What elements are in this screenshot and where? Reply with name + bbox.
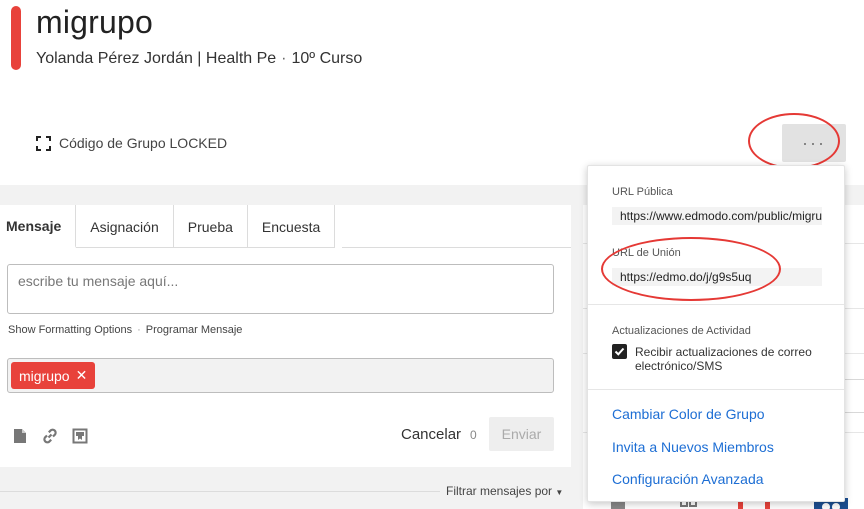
group-code-label: Código de Grupo LOCKED: [59, 135, 228, 151]
advanced-settings-link[interactable]: Configuración Avanzada: [612, 471, 764, 487]
group-grade: 10º Curso: [291, 50, 363, 67]
message-input[interactable]: escribe tu mensaje aquí...: [7, 264, 554, 314]
annotation-circle-join-url: [601, 237, 781, 301]
invite-members-link[interactable]: Invita a Nuevos Miembros: [612, 439, 774, 455]
group-subtitle: Yolanda Pérez Jordán | Health Pe · 10º Cur…: [36, 50, 363, 67]
filter-row: Filtrar mensajes por ▼: [0, 467, 571, 509]
link-icon[interactable]: [41, 427, 59, 445]
public-url-label: URL Pública: [612, 186, 673, 198]
email-sms-checkbox-label[interactable]: Recibir actualizaciones de correo electr…: [635, 345, 830, 373]
recipients-input[interactable]: migrupo ✕: [7, 358, 554, 393]
composer-options: Show Formatting Options · Programar Mensaj…: [8, 324, 243, 336]
schedule-message-link[interactable]: Programar Mensaje: [146, 324, 243, 336]
recipient-chip[interactable]: migrupo ✕: [11, 362, 96, 389]
composer-tabs: Mensaje Asignación Prueba Encuesta: [0, 205, 336, 248]
show-formatting-link[interactable]: Show Formatting Options: [8, 324, 132, 336]
recipient-chip-label: migrupo: [19, 367, 70, 384]
tab-poll[interactable]: Encuesta: [248, 205, 336, 248]
attachment-tools: [11, 427, 89, 445]
change-group-color-link[interactable]: Cambiar Color de Grupo: [612, 406, 765, 422]
group-header: migrupo Yolanda Pérez Jordán | Health Pe…: [0, 0, 864, 185]
public-url-field[interactable]: https://www.edmodo.com/public/migrupo: [612, 207, 822, 225]
activity-updates-label: Actualizaciones de Actividad: [612, 325, 751, 337]
post-composer: Mensaje Asignación Prueba Encuesta escri…: [0, 205, 571, 467]
group-options-menu: URL Pública https://www.edmodo.com/publi…: [587, 165, 845, 502]
group-title: migrupo: [36, 4, 154, 40]
group-owner: Yolanda Pérez Jordán | Health Pe: [36, 50, 277, 67]
character-count: 0: [470, 428, 477, 442]
filter-label: Filtrar mensajes por: [446, 484, 553, 498]
filter-messages-dropdown[interactable]: Filtrar mensajes por ▼: [446, 484, 563, 498]
tab-message[interactable]: Mensaje: [0, 205, 77, 248]
group-code[interactable]: Código de Grupo LOCKED: [36, 135, 227, 151]
send-button[interactable]: Enviar: [489, 417, 554, 451]
caret-down-icon: ▼: [555, 488, 564, 497]
tab-quiz[interactable]: Prueba: [174, 205, 248, 248]
code-frame-icon: [36, 135, 51, 151]
close-icon[interactable]: ✕: [76, 367, 88, 384]
cancel-button[interactable]: Cancelar: [401, 426, 461, 443]
library-icon[interactable]: [71, 427, 89, 445]
email-sms-checkbox[interactable]: [612, 344, 627, 359]
checkmark-icon: [614, 347, 625, 356]
group-color-bar: [11, 6, 21, 70]
tab-assignment[interactable]: Asignación: [76, 205, 174, 248]
annotation-circle-more: [748, 113, 840, 169]
file-icon[interactable]: [11, 427, 29, 445]
